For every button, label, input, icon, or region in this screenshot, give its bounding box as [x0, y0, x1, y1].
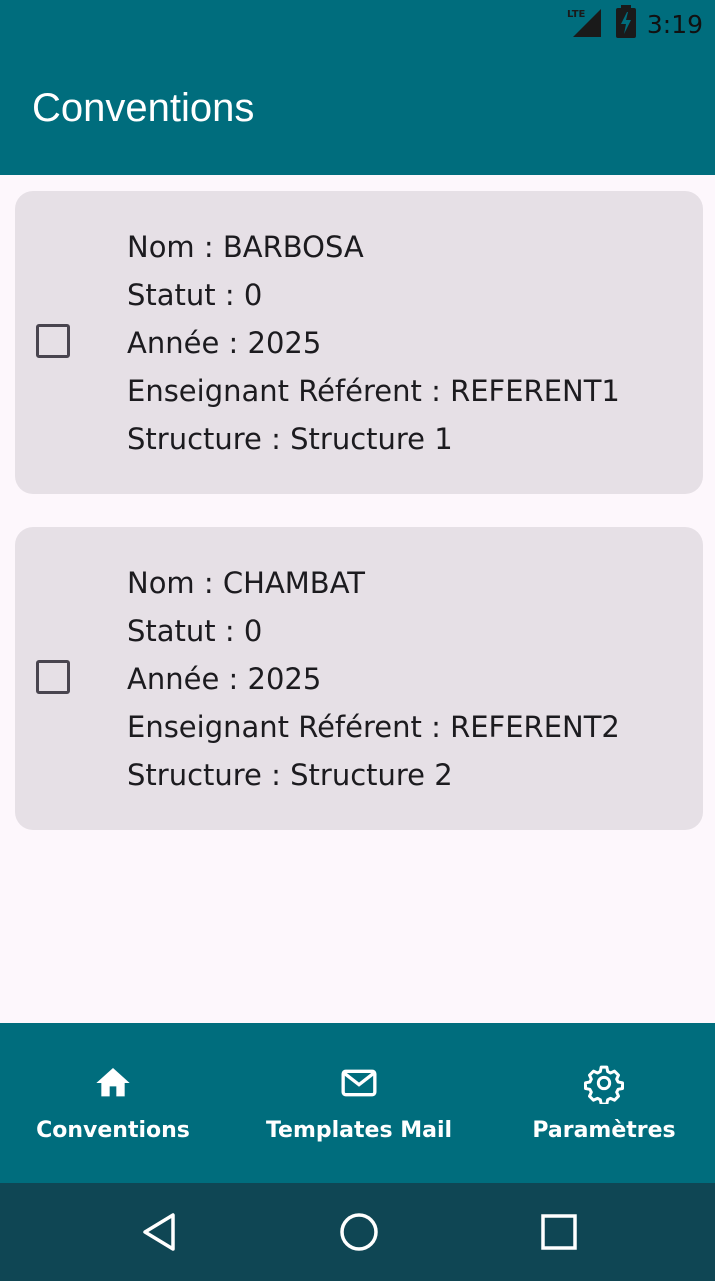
battery-charging-icon	[615, 5, 637, 43]
field-enseignant-referent: Enseignant Référent : REFERENT2	[127, 710, 620, 744]
nav-label: Templates Mail	[265, 1118, 453, 1143]
status-bar: LTE 3:19	[0, 0, 715, 48]
convention-checkbox[interactable]	[36, 660, 70, 694]
convention-checkbox[interactable]	[36, 324, 70, 358]
bottom-navigation: Conventions Templates Mail Paramètres	[0, 1023, 715, 1183]
home-icon	[93, 1063, 133, 1103]
lte-signal-icon: LTE	[567, 5, 605, 43]
field-enseignant-referent: Enseignant Référent : REFERENT1	[127, 374, 620, 408]
recents-icon[interactable]	[536, 1209, 582, 1255]
nav-item-parametres[interactable]: Paramètres	[485, 1023, 715, 1183]
system-navigation-bar	[0, 1183, 715, 1281]
top-app-bar: LTE 3:19 Conventions	[0, 0, 715, 175]
gear-icon	[584, 1063, 624, 1104]
field-nom: Nom : CHAMBAT	[127, 566, 366, 600]
nav-label: Paramètres	[532, 1118, 676, 1143]
mail-icon	[339, 1063, 379, 1103]
field-statut: Statut : 0	[127, 614, 263, 648]
field-structure: Structure : Structure 2	[127, 758, 453, 792]
nav-item-conventions[interactable]: Conventions	[0, 1023, 232, 1183]
convention-card[interactable]: Nom : CHAMBAT Statut : 0 Année : 2025 En…	[15, 527, 703, 830]
field-structure: Structure : Structure 1	[127, 422, 453, 456]
convention-fields: Nom : CHAMBAT Statut : 0 Année : 2025 En…	[127, 559, 620, 799]
status-time: 3:19	[646, 9, 703, 39]
page-title: Conventions	[32, 86, 255, 130]
back-icon[interactable]	[137, 1209, 183, 1255]
convention-fields: Nom : BARBOSA Statut : 0 Année : 2025 En…	[127, 223, 620, 463]
field-annee: Année : 2025	[127, 662, 322, 696]
field-annee: Année : 2025	[127, 326, 322, 360]
nav-item-templates-mail[interactable]: Templates Mail	[240, 1023, 478, 1183]
field-statut: Statut : 0	[127, 278, 263, 312]
svg-text:LTE: LTE	[567, 9, 586, 20]
convention-card[interactable]: Nom : BARBOSA Statut : 0 Année : 2025 En…	[15, 191, 703, 494]
home-circle-icon[interactable]	[336, 1209, 382, 1255]
field-nom: Nom : BARBOSA	[127, 230, 364, 264]
nav-label: Conventions	[36, 1118, 190, 1143]
